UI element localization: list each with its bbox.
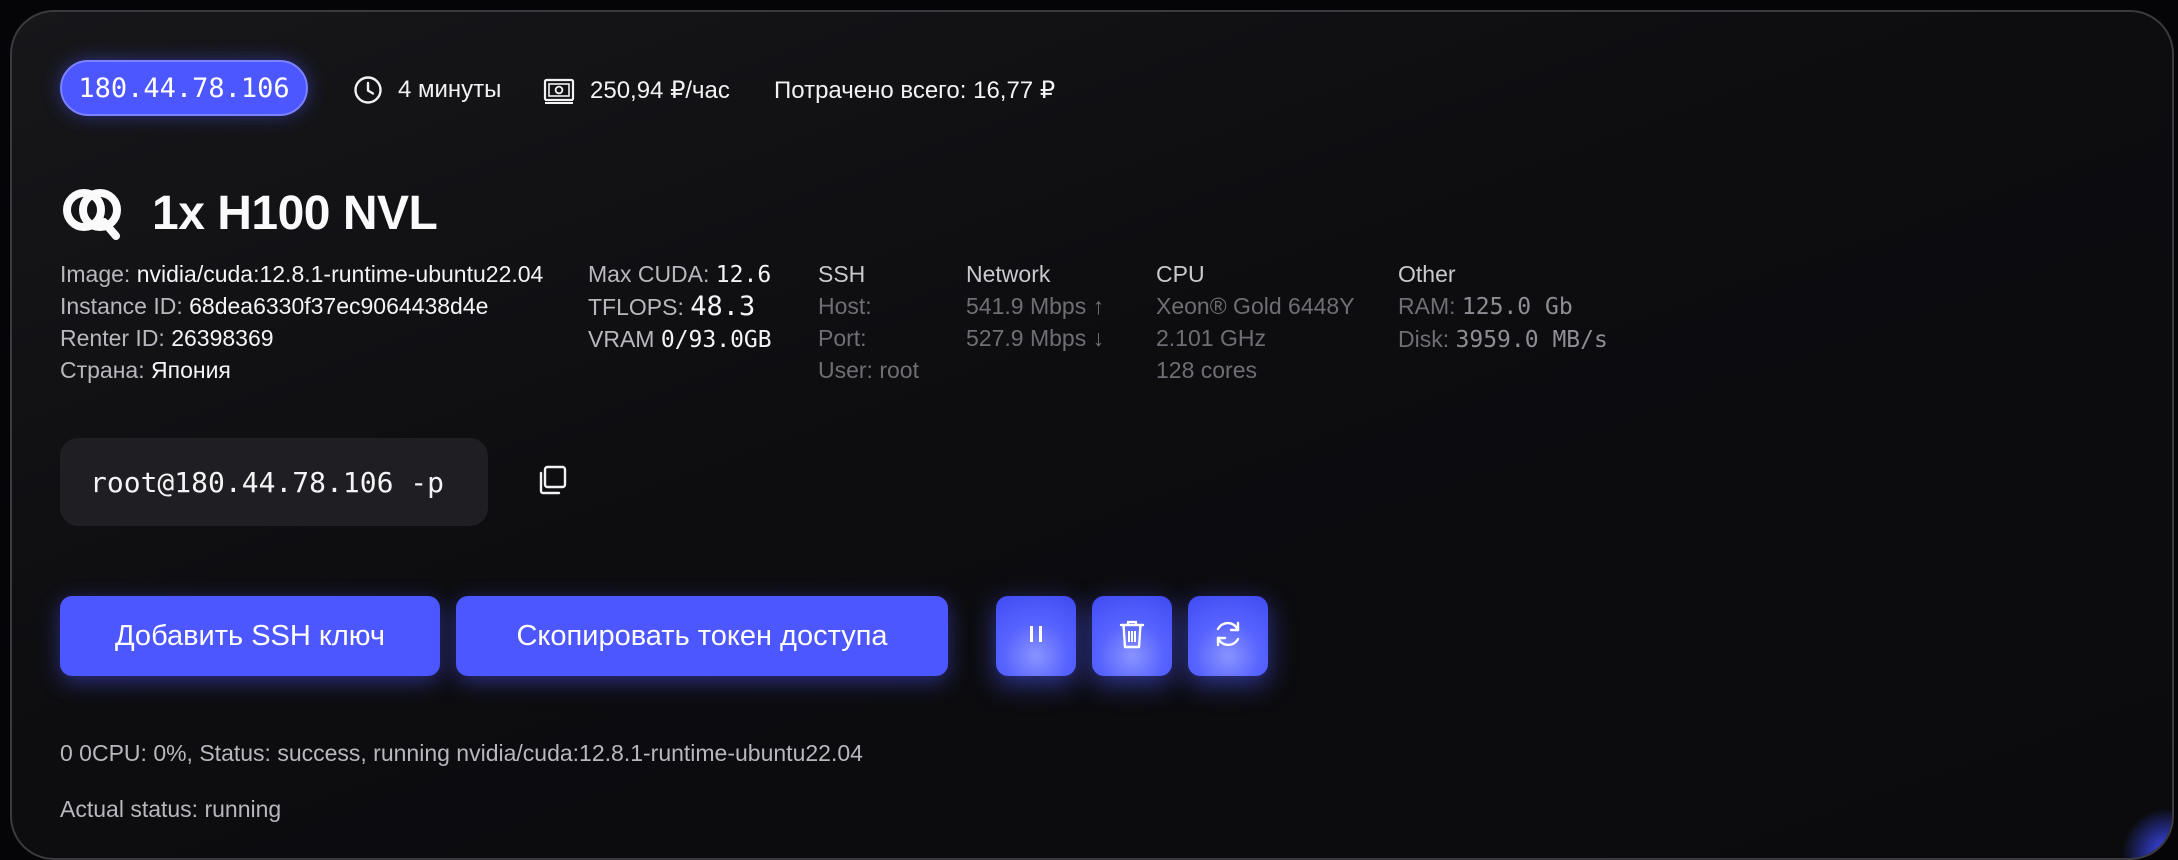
vram-label: VRAM [588,326,655,352]
add-ssh-key-label: Добавить SSH ключ [114,619,386,652]
instance-title: 1x H100 NVL [152,187,438,240]
cpu-info: CPU Xeon® Gold 6448Y 2.101 GHz 128 cores [1156,258,1355,386]
copy-command-button[interactable] [528,458,576,506]
instance-id-label: Instance ID: [60,293,183,319]
disk-value: 3959.0 MB/s [1455,327,1608,353]
clock-icon [352,74,384,106]
copy-token-button[interactable]: Скопировать токен доступа [456,596,948,676]
restart-button[interactable] [1188,596,1268,676]
renter-id-label: Renter ID: [60,325,165,351]
country-label: Страна: [60,357,145,383]
uptime-text: 4 минуты [398,76,502,103]
network-heading: Network [966,261,1051,287]
gpu-info: Max CUDA: 12.6 TFLOPS: 48.3 VRAM 0/93.0G… [588,258,772,356]
ssh-host: Host: [818,293,872,319]
instance-info: Image: nvidia/cuda:12.8.1-runtime-ubuntu… [60,258,543,386]
image-label: Image: [60,261,131,287]
ram-label: RAM: [1398,293,1456,319]
ssh-port: Port: [818,325,867,351]
ssh-heading: SSH [818,261,866,287]
other-heading: Other [1398,261,1456,287]
pause-button[interactable] [996,596,1076,676]
provider-logo [60,184,124,245]
copy-token-label: Скопировать токен доступа [516,619,888,652]
disk-label: Disk: [1398,326,1450,352]
instance-id-value: 68dea6330f37ec9064438d4e [189,293,489,319]
pause-icon [1025,622,1047,651]
delete-button[interactable] [1092,596,1172,676]
network-download: 527.9 Mbps ↓ [966,325,1105,351]
max-cuda-value: 12.6 [715,262,772,288]
ssh-user: User: root [818,357,919,383]
uptime-stat: 4 минуты [352,70,501,110]
spent-text: Потрачено всего: 16,77 ₽ [774,76,1056,104]
price-stat: 250,94 ₽/час [542,70,730,110]
vram-value: 0/93.0GB [660,327,772,353]
price-text: 250,94 ₽/час [590,76,730,104]
ram-value: 125.0 Gb [1461,294,1573,320]
ssh-info: SSH Host: Port: User: root [818,258,919,386]
tflops-label: TFLOPS: [588,294,684,320]
country-value: Япония [151,357,231,383]
actual-status: Actual status: running [60,796,282,822]
renter-id-value: 26398369 [171,325,274,351]
refresh-icon [1211,617,1245,656]
cpu-cores: 128 cores [1156,357,1258,383]
ssh-command-box[interactable]: root@180.44.78.106 -p [60,438,488,526]
ip-address-badge[interactable]: 180.44.78.106 [60,60,308,116]
cpu-frequency: 2.101 GHz [1156,325,1266,351]
ssh-command-text[interactable]: root@180.44.78.106 -p [90,466,444,499]
max-cuda-label: Max CUDA: [588,261,710,287]
cpu-model: Xeon® Gold 6448Y [1156,293,1355,319]
copy-icon [535,463,569,502]
trash-icon [1116,617,1148,656]
money-icon [542,74,576,106]
instance-card: 180.44.78.106 4 минуты 250,94 ₽/час Потр… [10,10,2174,860]
add-ssh-key-button[interactable]: Добавить SSH ключ [60,596,440,676]
status-line: 0 0CPU: 0%, Status: success, running nvi… [60,740,863,766]
spent-total: Потрачено всего: 16,77 ₽ [774,70,1055,110]
tflops-value: 48.3 [690,291,756,322]
corner-glow [2122,808,2172,858]
other-info: Other RAM: 125.0 Gb Disk: 3959.0 MB/s [1398,258,1608,356]
network-info: Network 541.9 Mbps ↑ 527.9 Mbps ↓ [966,258,1104,354]
cpu-heading: CPU [1156,261,1205,287]
image-value: nvidia/cuda:12.8.1-runtime-ubuntu22.04 [136,261,544,287]
network-upload: 541.9 Mbps ↑ [966,293,1105,319]
